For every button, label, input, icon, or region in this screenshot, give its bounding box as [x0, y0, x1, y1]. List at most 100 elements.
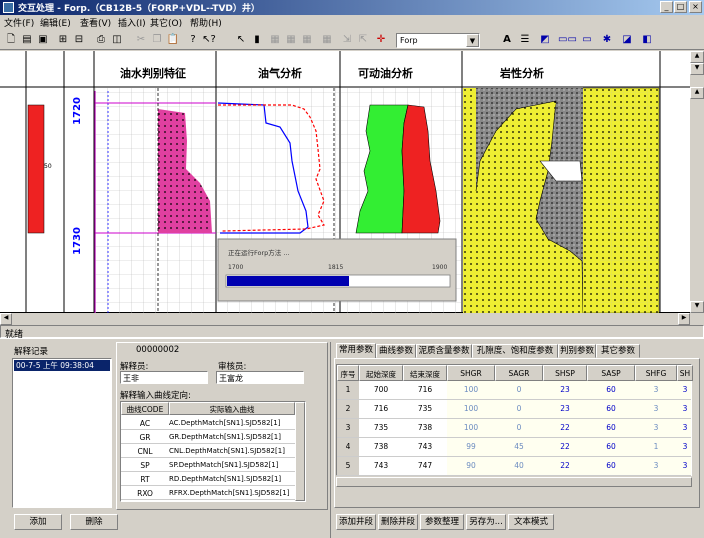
organize-params-button[interactable]: 参数整理 [420, 514, 464, 530]
param-cell[interactable]: 100 [447, 381, 495, 399]
arrange-b-icon[interactable]: ⇱ [356, 33, 370, 46]
param-cell[interactable]: 3 [677, 419, 693, 437]
param-cell[interactable]: 716 [359, 400, 403, 418]
horizontal-scrollbar[interactable]: ◀ ▶ [0, 313, 704, 325]
chevron-down-icon[interactable]: ▼ [466, 34, 479, 47]
param-cell[interactable]: 735 [403, 400, 447, 418]
param-cell[interactable]: 3 [677, 457, 693, 475]
help-icon[interactable]: ? [186, 33, 200, 46]
param-cell[interactable]: 60 [587, 457, 635, 475]
print-preview-icon[interactable]: ◫ [110, 33, 124, 46]
tab-3[interactable]: 孔隙度、饱和度参数 [472, 344, 558, 358]
grid-b-icon[interactable]: ▦ [284, 33, 298, 46]
tab-0[interactable]: 常用参数 [336, 343, 376, 359]
param-cell[interactable]: 3 [677, 381, 693, 399]
tab-1[interactable]: 曲线参数 [376, 344, 416, 358]
pointer-icon[interactable]: ↖ [234, 33, 248, 46]
param-cell[interactable]: 3 [635, 457, 677, 475]
menu-edit[interactable]: 编辑(E) [40, 16, 71, 29]
curve-table-scrollbar[interactable] [295, 402, 305, 501]
scroll-left-icon[interactable]: ◀ [0, 313, 12, 325]
param-cell[interactable]: 22 [543, 419, 587, 437]
param-cell[interactable]: 100 [447, 400, 495, 418]
format-icon[interactable]: ☰ [518, 33, 532, 46]
param-cell[interactable]: 0 [495, 381, 543, 399]
scroll-up-icon[interactable]: ▲ [690, 87, 704, 99]
reviewer-field[interactable]: 王富龙 [216, 371, 304, 384]
records-list[interactable]: 00-7-5 上午 09:38:04 [12, 358, 112, 508]
new-file-icon[interactable]: 🗋 [4, 33, 18, 46]
param-cell[interactable]: 3 [677, 438, 693, 456]
export-icon[interactable]: ⊟ [72, 33, 86, 46]
minimize-button[interactable]: _ [660, 1, 673, 13]
add-interval-button[interactable]: 添加井段 [336, 514, 376, 530]
param-cell[interactable]: 100 [447, 419, 495, 437]
tool-e-icon[interactable]: ◪ [620, 33, 634, 46]
param-cell[interactable]: 60 [587, 438, 635, 456]
import-icon[interactable]: ⊞ [56, 33, 70, 46]
scroll-right-icon[interactable]: ▶ [678, 313, 690, 325]
param-cell[interactable]: 60 [587, 419, 635, 437]
tool-b-icon[interactable]: ▭▭ [558, 33, 577, 46]
record-item[interactable]: 00-7-5 上午 09:38:04 [14, 360, 110, 371]
select-icon[interactable]: ▮ [250, 33, 264, 46]
param-cell[interactable]: 60 [587, 400, 635, 418]
param-cell[interactable]: 99 [447, 438, 495, 456]
menu-insert[interactable]: 插入(I) [118, 16, 146, 29]
close-button[interactable]: × [689, 1, 702, 13]
text-mode-button[interactable]: 文本模式 [508, 514, 554, 530]
param-cell[interactable]: 700 [359, 381, 403, 399]
scroll-up-icon[interactable]: ▲ [690, 51, 704, 63]
context-help-icon[interactable]: ↖? [202, 33, 216, 46]
param-cell[interactable]: 22 [543, 438, 587, 456]
param-cell[interactable]: 3 [635, 400, 677, 418]
font-icon[interactable]: A [500, 33, 514, 46]
save-as-button[interactable]: 另存为... [466, 514, 506, 530]
tool-a-icon[interactable]: ◩ [538, 33, 552, 46]
param-cell[interactable]: 60 [587, 381, 635, 399]
method-select[interactable]: Forp ▼ [396, 33, 480, 48]
param-cell[interactable]: 3 [677, 400, 693, 418]
delete-interval-button[interactable]: 删除井段 [378, 514, 418, 530]
tool-c-icon[interactable]: ▭ [580, 33, 594, 46]
param-cell[interactable]: 22 [543, 457, 587, 475]
param-cell[interactable]: 0 [495, 419, 543, 437]
vertical-scrollbar[interactable]: ▲ ▼ ▲ ▼ [690, 51, 704, 313]
grid-d-icon[interactable]: ▦ [320, 33, 334, 46]
menu-help[interactable]: 帮助(H) [190, 16, 222, 29]
param-cell[interactable]: 747 [403, 457, 447, 475]
scroll-down-icon[interactable]: ▼ [690, 63, 704, 75]
grid-a-icon[interactable]: ▦ [268, 33, 282, 46]
tool-d-icon[interactable]: ✱ [600, 33, 614, 46]
param-cell[interactable]: 40 [495, 457, 543, 475]
save-icon[interactable]: ▣ [36, 33, 50, 46]
param-cell[interactable]: 23 [543, 400, 587, 418]
param-cell[interactable]: 1 [635, 438, 677, 456]
scroll-down-icon[interactable]: ▼ [690, 301, 704, 313]
menu-other[interactable]: 其它(O) [150, 16, 182, 29]
tab-2[interactable]: 泥质含量参数 [416, 344, 472, 358]
param-cell[interactable]: 0 [495, 400, 543, 418]
log-plot-canvas[interactable]: 油水判别特征 油气分析 可动油分析 岩性分析 1720 1730 50 正在运行… [0, 51, 690, 313]
menu-file[interactable]: 文件(F) [4, 16, 34, 29]
param-cell[interactable]: 90 [447, 457, 495, 475]
param-cell[interactable]: 23 [543, 381, 587, 399]
copy-icon[interactable]: ❐ [150, 33, 164, 46]
param-cell[interactable]: 738 [359, 438, 403, 456]
paste-icon[interactable]: 📋 [166, 33, 180, 46]
params-table[interactable]: 序号 起始深度 结束深度 SHGR SAGR SHSP SASP SHFG SH 1 700 716 1… [336, 364, 693, 476]
cut-icon[interactable]: ✂ [134, 33, 148, 46]
add-record-button[interactable]: 添加 [14, 514, 62, 530]
param-cell[interactable]: 738 [403, 419, 447, 437]
tab-4[interactable]: 判别参数 [558, 344, 596, 358]
panel-divider[interactable] [0, 338, 704, 341]
param-cell[interactable]: 735 [359, 419, 403, 437]
print-icon[interactable]: ⎙ [94, 33, 108, 46]
param-cell[interactable]: 45 [495, 438, 543, 456]
delete-record-button[interactable]: 删除 [70, 514, 118, 530]
params-hscrollbar[interactable] [336, 477, 692, 487]
tab-5[interactable]: 其它参数 [596, 344, 640, 358]
param-cell[interactable]: 3 [635, 419, 677, 437]
open-folder-icon[interactable]: ▤ [20, 33, 34, 46]
crosshair-icon[interactable]: ✛ [374, 33, 388, 46]
